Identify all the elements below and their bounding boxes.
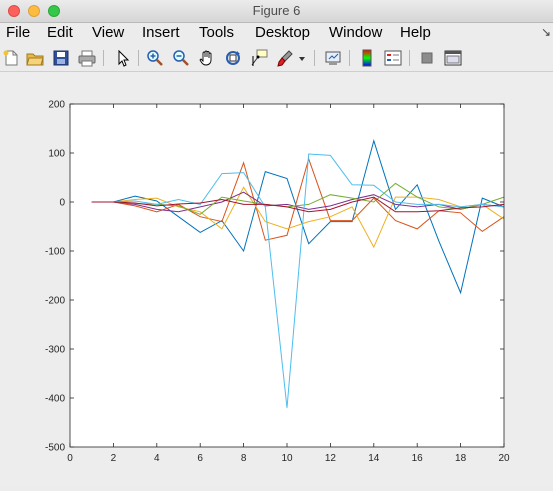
x-tick-label: 18 bbox=[455, 453, 467, 464]
menu-insert[interactable]: Insert bbox=[142, 24, 180, 41]
x-tick-label: 20 bbox=[498, 453, 510, 464]
title-bar: Figure 6 bbox=[0, 0, 553, 23]
x-tick-label: 2 bbox=[111, 453, 117, 464]
menu-desktop[interactable]: Desktop bbox=[255, 24, 310, 41]
toolbar-separator bbox=[103, 50, 104, 66]
x-tick-label: 12 bbox=[325, 453, 337, 464]
figure-toolbar bbox=[0, 44, 553, 72]
toolbar-separator bbox=[314, 50, 315, 66]
figure-canvas: 0 2 4 6 8 10 12 14 16 18 20 -500 -400 -300 -200 -100 0 10… bbox=[0, 72, 553, 486]
toolbar-separator bbox=[138, 50, 139, 66]
zoom-out-icon[interactable] bbox=[172, 49, 190, 67]
x-tick-label: 10 bbox=[281, 453, 293, 464]
y-tick-label: -500 bbox=[45, 443, 65, 454]
x-tick-label: 0 bbox=[67, 453, 73, 464]
window-title: Figure 6 bbox=[252, 3, 301, 18]
brush-dropdown-icon[interactable] bbox=[297, 49, 307, 67]
axes-background[interactable] bbox=[70, 104, 504, 447]
hide-plot-tools-icon[interactable] bbox=[418, 49, 436, 67]
new-figure-icon[interactable] bbox=[2, 49, 20, 67]
menu-file[interactable]: File bbox=[6, 24, 30, 41]
select-arrow-icon[interactable] bbox=[113, 49, 131, 67]
pan-hand-icon[interactable] bbox=[198, 49, 216, 67]
y-tick-label: -300 bbox=[45, 345, 65, 356]
y-tick-label: -200 bbox=[45, 296, 65, 307]
x-tick-label: 6 bbox=[197, 453, 203, 464]
link-plot-icon[interactable] bbox=[324, 49, 342, 67]
brush-icon[interactable] bbox=[276, 49, 294, 67]
toolbar-separator bbox=[349, 50, 350, 66]
x-tick-label: 4 bbox=[154, 453, 160, 464]
y-tick-label: 0 bbox=[59, 198, 65, 209]
menu-tools[interactable]: Tools bbox=[199, 24, 234, 41]
plot-svg: 0 2 4 6 8 10 12 14 16 18 20 -500 -400 -300 -200 -100 0 10… bbox=[45, 100, 510, 465]
print-icon[interactable] bbox=[78, 49, 96, 67]
zoom-in-icon[interactable] bbox=[146, 49, 164, 67]
menu-overflow-icon[interactable]: ↘ bbox=[541, 25, 551, 39]
y-tick-label: -100 bbox=[45, 247, 65, 258]
open-file-icon[interactable] bbox=[26, 49, 44, 67]
y-tick-label: -400 bbox=[45, 394, 65, 405]
y-tick-label: 200 bbox=[48, 100, 65, 111]
menu-view[interactable]: View bbox=[92, 24, 124, 41]
x-tick-label: 16 bbox=[412, 453, 424, 464]
menu-help[interactable]: Help bbox=[400, 24, 431, 41]
show-plot-tools-icon[interactable] bbox=[444, 49, 462, 67]
menu-bar: File Edit View Insert Tools Desktop Wind… bbox=[0, 23, 553, 43]
menu-window[interactable]: Window bbox=[329, 24, 382, 41]
data-cursor-icon[interactable] bbox=[250, 49, 268, 67]
menu-edit[interactable]: Edit bbox=[47, 24, 73, 41]
x-tick-label: 14 bbox=[368, 453, 380, 464]
x-tick-label: 8 bbox=[241, 453, 247, 464]
rotate-3d-icon[interactable] bbox=[224, 49, 242, 67]
insert-legend-icon[interactable] bbox=[384, 49, 402, 67]
y-tick-label: 100 bbox=[48, 149, 65, 160]
insert-colorbar-icon[interactable] bbox=[358, 49, 376, 67]
save-icon[interactable] bbox=[52, 49, 70, 67]
toolbar-separator bbox=[409, 50, 410, 66]
